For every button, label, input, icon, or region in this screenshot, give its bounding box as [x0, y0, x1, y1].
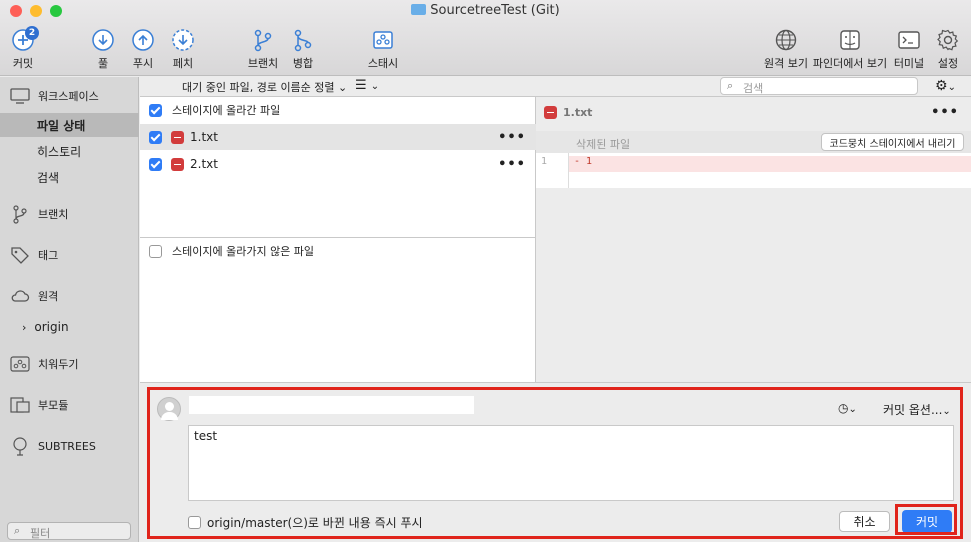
more-actions-icon[interactable]: ••• — [931, 105, 959, 120]
file-row[interactable]: 1.txt ••• — [140, 124, 536, 150]
sidebar-section-stashes[interactable]: 치워두기 — [10, 353, 138, 375]
branch-icon — [13, 205, 27, 224]
highlight-box — [147, 387, 963, 539]
sidebar-section-branches[interactable]: 브랜치 — [10, 203, 138, 225]
sidebar-section-submodules[interactable]: 부모듈 — [10, 394, 138, 416]
file-list-panel: 스테이지에 올라간 파일 1.txt ••• 2.txt ••• 스테이지에 올… — [140, 97, 536, 382]
deleted-line — [569, 156, 971, 172]
sidebar-item-history[interactable]: 히스토리 — [0, 139, 139, 163]
sidebar-section-remotes[interactable]: 원격 — [10, 285, 138, 307]
highlight-box — [895, 504, 957, 535]
file-stage-checkbox[interactable] — [149, 130, 162, 144]
merge-icon — [294, 29, 312, 52]
stash-icon — [10, 356, 30, 372]
fetch-button[interactable]: 페치 — [153, 26, 213, 72]
file-stage-checkbox[interactable] — [149, 157, 162, 171]
diff-content: 1 - 1 — [536, 153, 971, 188]
sidebar-filter-input[interactable]: ⌕ 필터 — [7, 522, 131, 540]
sidebar-item-search[interactable]: 검색 — [0, 165, 139, 189]
chevron-right-icon: › — [22, 320, 27, 334]
cloud-icon — [11, 290, 30, 302]
chevron-down-icon: ⌄ — [947, 82, 956, 93]
submodule-icon — [10, 397, 30, 413]
globe-icon — [775, 29, 797, 51]
unstage-hunk-button[interactable]: 코드뭉치 스테이지에서 내리기 — [821, 133, 964, 151]
more-actions-icon[interactable]: ••• — [498, 130, 526, 145]
diff-panel: 1.txt ••• 삭제된 파일 코드뭉치 스테이지에서 내리기 1 - 1 — [536, 97, 971, 382]
hunk-header: 삭제된 파일 코드뭉치 스테이지에서 내리기 — [536, 131, 971, 153]
stash-button[interactable]: 스태시 — [353, 26, 413, 72]
sidebar-section-tags[interactable]: 태그 — [10, 244, 138, 266]
monitor-icon — [10, 88, 30, 104]
push-arrow-up-icon — [132, 29, 154, 51]
stage-none-checkbox[interactable] — [149, 244, 162, 258]
chevron-down-icon: ⌄ — [370, 81, 380, 92]
list-lines-icon: ☰ — [355, 78, 367, 93]
action-gear-dropdown[interactable]: ⚙⌄ — [935, 78, 956, 94]
toolbar: SourcetreeTest (Git) 2 커밋 풀 푸시 페치 브랜치 병합… — [0, 0, 971, 76]
diff-file-header: 1.txt ••• — [536, 97, 971, 127]
stash-icon — [373, 31, 393, 49]
more-actions-icon[interactable]: ••• — [498, 157, 526, 172]
subtree-icon — [13, 437, 27, 456]
window-title: SourcetreeTest (Git) — [0, 3, 971, 18]
commit-count-badge: 2 — [25, 26, 39, 40]
branch-icon — [254, 29, 272, 52]
tag-icon — [11, 247, 29, 264]
sidebar-section-subtrees[interactable]: SUBTREES — [10, 435, 138, 457]
folder-icon — [411, 4, 427, 15]
pull-arrow-down-icon — [92, 29, 114, 51]
remote-view-button[interactable]: 원격 보기 — [756, 26, 816, 72]
gear-icon — [937, 29, 959, 51]
file-row[interactable]: 2.txt ••• — [140, 151, 536, 177]
search-input[interactable]: ⌕ 검색 — [720, 77, 918, 95]
view-options-dropdown[interactable]: ☰ ⌄ — [355, 78, 379, 93]
sort-dropdown[interactable]: 대기 중인 파일, 경로 이름순 정렬 ⌄ — [182, 79, 347, 95]
sidebar-section-workspace[interactable]: 워크스페이스 — [10, 85, 138, 107]
search-icon: ⌕ — [14, 524, 21, 537]
stage-all-checkbox[interactable] — [149, 103, 162, 117]
sidebar: 워크스페이스 파일 상태 히스토리 검색 브랜치 태그 원격 › origin 치… — [0, 77, 139, 542]
removed-file-icon — [171, 130, 184, 144]
settings-button[interactable]: 설정 — [918, 26, 971, 72]
sidebar-item-file-status[interactable]: 파일 상태 — [0, 113, 139, 137]
staged-files-header: 스테이지에 올라간 파일 — [140, 97, 536, 123]
file-status-subbar: 대기 중인 파일, 경로 이름순 정렬 ⌄ ☰ ⌄ ⌕ 검색 ⚙⌄ — [140, 77, 971, 97]
removed-file-icon — [544, 105, 557, 119]
unstaged-files-header: 스테이지에 올라가지 않은 파일 — [140, 238, 536, 264]
merge-button[interactable]: 병합 — [273, 26, 333, 72]
gear-icon: ⚙ — [935, 78, 948, 94]
chevron-down-icon: ⌄ — [338, 81, 348, 94]
commit-button[interactable]: 2 커밋 — [0, 26, 53, 72]
search-icon: ⌕ — [727, 79, 734, 92]
finder-icon — [840, 30, 860, 50]
sidebar-item-remote-origin[interactable]: › origin — [0, 315, 139, 339]
fetch-dashed-arrow-icon — [172, 29, 194, 51]
removed-file-icon — [171, 157, 184, 171]
